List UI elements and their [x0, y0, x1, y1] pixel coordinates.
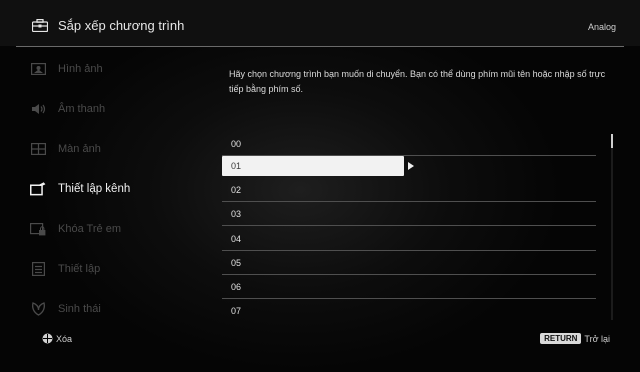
picture-icon: [30, 62, 46, 76]
sidebar-item-label: Âm thanh: [58, 103, 106, 115]
eco-leaf-icon: [30, 302, 46, 316]
return-hint[interactable]: RETURN Trở lại: [540, 333, 610, 344]
sidebar-item-label: Khóa Trẻ em: [58, 223, 121, 235]
program-row[interactable]: 07: [222, 299, 596, 323]
header-divider: [16, 46, 624, 47]
scrollbar-thumb[interactable]: [611, 134, 613, 148]
program-number: 04: [231, 233, 242, 244]
sidebar-item-channel-setup[interactable]: Thiết lập kênh: [30, 172, 210, 206]
sidebar-item-eco[interactable]: Sinh thái: [30, 292, 210, 326]
program-number: 07: [231, 306, 242, 316]
program-number: 06: [231, 281, 242, 292]
sidebar-item-label: Thiết lập kênh: [58, 183, 131, 195]
sidebar-item-parental-lock[interactable]: Khóa Trẻ em: [30, 212, 210, 246]
sidebar-item-label: Hình ảnh: [58, 63, 103, 75]
instruction-text: Hãy chọn chương trình bạn muốn di chuyển…: [229, 69, 606, 94]
program-row[interactable]: 04: [222, 227, 596, 251]
toolbox-icon: [32, 19, 48, 32]
settings-icon: [30, 262, 46, 276]
header-bar: Sắp xếp chương trình Analog: [0, 0, 640, 46]
program-row[interactable]: 06: [222, 275, 596, 299]
program-number: 02: [231, 184, 242, 195]
program-number: 03: [231, 208, 242, 219]
move-arrow-icon: [408, 162, 414, 170]
program-row-selected[interactable]: 01: [222, 156, 404, 176]
sidebar-item-label: Thiết lập: [58, 263, 101, 275]
channel-setup-icon: [30, 182, 46, 196]
input-source-label: Analog: [587, 22, 616, 32]
speaker-icon: [30, 102, 46, 116]
sidebar-item-screen[interactable]: Màn ảnh: [30, 132, 210, 166]
back-label: Trở lại: [584, 333, 610, 344]
parental-lock-icon: [30, 222, 46, 236]
return-key-badge: RETURN: [540, 333, 582, 344]
program-row[interactable]: 02: [222, 178, 596, 202]
program-row[interactable]: 05: [222, 251, 596, 275]
sidebar-item-settings[interactable]: Thiết lập: [30, 252, 210, 286]
program-number: 05: [231, 257, 242, 268]
sidebar-item-label: Màn ảnh: [58, 143, 101, 155]
page-title: Sắp xếp chương trình: [58, 18, 185, 33]
sidebar-item-sound[interactable]: Âm thanh: [30, 92, 210, 126]
delete-hint[interactable]: Xóa: [42, 333, 72, 344]
program-number: 01: [231, 161, 242, 171]
scrollbar-track[interactable]: [611, 134, 613, 320]
program-row[interactable]: 03: [222, 202, 596, 226]
program-row[interactable]: 00: [222, 132, 596, 156]
delete-label: Xóa: [56, 333, 73, 344]
sidebar-item-picture[interactable]: Hình ảnh: [30, 52, 210, 86]
screen-icon: [30, 142, 46, 156]
color-button-icon: [42, 333, 53, 344]
program-number: 00: [231, 138, 242, 149]
sidebar-item-label: Sinh thái: [58, 303, 101, 315]
